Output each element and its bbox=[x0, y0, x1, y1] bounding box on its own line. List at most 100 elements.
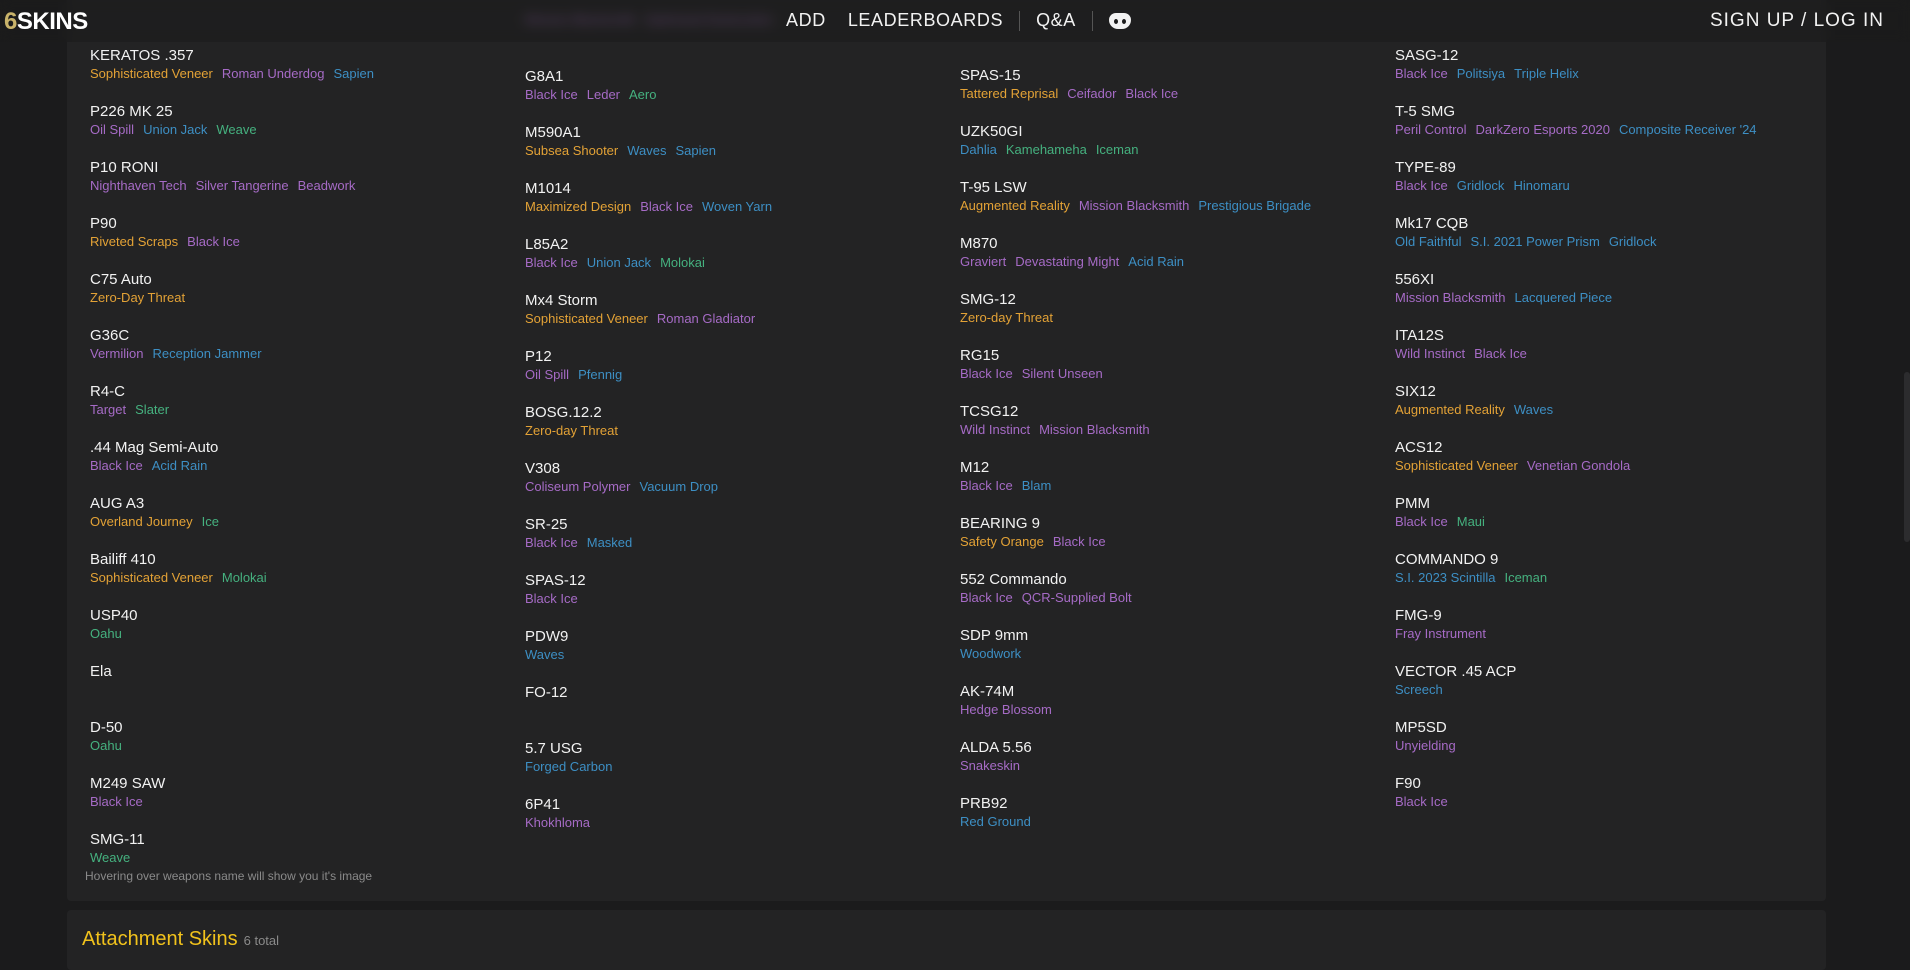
skin-link[interactable]: Subsea Shooter bbox=[525, 143, 618, 158]
weapon-name[interactable]: M249 SAW bbox=[90, 774, 510, 793]
weapon-name[interactable]: BOSG.12.2 bbox=[525, 403, 945, 422]
skin-link[interactable]: Sapien bbox=[675, 143, 715, 158]
skin-link[interactable]: Sophisticated Veneer bbox=[525, 311, 648, 326]
skin-link[interactable]: Augmented Reality bbox=[960, 198, 1070, 213]
skin-link[interactable]: Mission Blacksmith bbox=[1079, 198, 1190, 213]
weapon-name[interactable]: D-50 bbox=[90, 718, 510, 737]
skin-link[interactable]: Black Ice bbox=[525, 591, 578, 606]
skin-link[interactable]: Black Ice bbox=[525, 255, 578, 270]
skin-link[interactable]: Devastating Might bbox=[1015, 254, 1119, 269]
skin-link[interactable]: Waves bbox=[627, 143, 666, 158]
skin-link[interactable]: Leder bbox=[587, 87, 620, 102]
weapon-name[interactable]: TCSG12 bbox=[960, 402, 1380, 421]
skin-link[interactable]: Silent Unseen bbox=[1022, 366, 1103, 381]
weapon-name[interactable]: RG15 bbox=[960, 346, 1380, 365]
skin-link[interactable]: Black Ice bbox=[1053, 534, 1106, 549]
skin-link[interactable]: Waves bbox=[525, 647, 564, 662]
skin-link[interactable]: Reception Jammer bbox=[152, 346, 261, 361]
skin-link[interactable]: Peril Control bbox=[1395, 122, 1467, 137]
weapon-name[interactable]: KERATOS .357 bbox=[90, 46, 510, 65]
weapon-name[interactable]: ALDA 5.56 bbox=[960, 738, 1380, 757]
skin-link[interactable]: Black Ice bbox=[525, 535, 578, 550]
skin-link[interactable]: Black Ice bbox=[187, 234, 240, 249]
skin-link[interactable]: Iceman bbox=[1504, 570, 1547, 585]
skin-link[interactable]: Sophisticated Veneer bbox=[90, 570, 213, 585]
skin-link[interactable]: Beadwork bbox=[298, 178, 356, 193]
skin-link[interactable]: Weave bbox=[90, 850, 130, 865]
skin-link[interactable]: Snakeskin bbox=[960, 758, 1020, 773]
skin-link[interactable]: Politsiya bbox=[1457, 66, 1505, 81]
nav-add[interactable]: ADD bbox=[786, 10, 826, 31]
weapon-name[interactable]: PRB92 bbox=[960, 794, 1380, 813]
skin-link[interactable]: Weave bbox=[216, 122, 256, 137]
skin-link[interactable]: Hedge Blossom bbox=[960, 702, 1052, 717]
skin-link[interactable]: Zero-day Threat bbox=[960, 310, 1053, 325]
skin-link[interactable]: DarkZero Esports 2020 bbox=[1476, 122, 1610, 137]
skin-link[interactable]: Silver Tangerine bbox=[196, 178, 289, 193]
skin-link[interactable]: Mission Blacksmith bbox=[1395, 290, 1506, 305]
skin-link[interactable]: Zero-day Threat bbox=[525, 423, 618, 438]
skin-link[interactable]: Triple Helix bbox=[1514, 66, 1579, 81]
weapon-name[interactable]: M12 bbox=[960, 458, 1380, 477]
weapon-name[interactable]: G36C bbox=[90, 326, 510, 345]
skin-link[interactable]: Tattered Reprisal bbox=[960, 86, 1058, 101]
skin-link[interactable]: Woodwork bbox=[960, 646, 1021, 661]
skin-link[interactable]: Maui bbox=[1457, 514, 1485, 529]
skin-link[interactable]: Black Ice bbox=[1395, 178, 1448, 193]
skin-link[interactable]: Black Ice bbox=[640, 199, 693, 214]
skin-link[interactable]: Masked bbox=[587, 535, 633, 550]
skin-link[interactable]: Woven Yarn bbox=[702, 199, 772, 214]
skin-link[interactable]: Fray Instrument bbox=[1395, 626, 1486, 641]
weapon-name[interactable]: P10 RONI bbox=[90, 158, 510, 177]
skin-link[interactable]: Sapien bbox=[334, 66, 374, 81]
weapon-name[interactable]: M1014 bbox=[525, 179, 945, 198]
skin-link[interactable]: Slater bbox=[135, 402, 169, 417]
weapon-name[interactable]: SDP 9mm bbox=[960, 626, 1380, 645]
weapon-name[interactable]: VECTOR .45 ACP bbox=[1395, 662, 1815, 681]
weapon-name[interactable]: L85A2 bbox=[525, 235, 945, 254]
skin-link[interactable]: Riveted Scraps bbox=[90, 234, 178, 249]
weapon-name[interactable]: USP40 bbox=[90, 606, 510, 625]
weapon-name[interactable]: Bailiff 410 bbox=[90, 550, 510, 569]
skin-link[interactable]: Black Ice bbox=[960, 590, 1013, 605]
skin-link[interactable]: Kamehameha bbox=[1006, 142, 1087, 157]
skin-link[interactable]: Red Ground bbox=[960, 814, 1031, 829]
weapon-name[interactable]: PMM bbox=[1395, 494, 1815, 513]
skin-link[interactable]: Maximized Design bbox=[525, 199, 631, 214]
weapon-name[interactable]: M870 bbox=[960, 234, 1380, 253]
scrollbar[interactable] bbox=[1904, 372, 1910, 542]
skin-link[interactable]: Black Ice bbox=[525, 87, 578, 102]
skin-link[interactable]: Roman Underdog bbox=[222, 66, 325, 81]
skin-link[interactable]: Augmented Reality bbox=[1395, 402, 1505, 417]
weapon-name[interactable]: P226 MK 25 bbox=[90, 102, 510, 121]
skin-link[interactable]: Vacuum Drop bbox=[639, 479, 718, 494]
skin-link[interactable]: Nighthaven Tech bbox=[90, 178, 187, 193]
weapon-name[interactable]: Ela bbox=[90, 662, 510, 681]
skin-link[interactable]: Union Jack bbox=[143, 122, 207, 137]
skin-link[interactable]: Union Jack bbox=[587, 255, 651, 270]
weapon-name[interactable]: Mk17 CQB bbox=[1395, 214, 1815, 233]
skin-link[interactable]: Gridlock bbox=[1457, 178, 1505, 193]
weapon-name[interactable]: FMG-9 bbox=[1395, 606, 1815, 625]
weapon-name[interactable]: PDW9 bbox=[525, 627, 945, 646]
weapon-name[interactable]: ACS12 bbox=[1395, 438, 1815, 457]
skin-link[interactable]: Screech bbox=[1395, 682, 1443, 697]
skin-link[interactable]: Ice bbox=[202, 514, 219, 529]
skin-link[interactable]: Acid Rain bbox=[152, 458, 208, 473]
skin-link[interactable]: Molokai bbox=[222, 570, 267, 585]
weapon-name[interactable]: SASG-12 bbox=[1395, 46, 1815, 65]
weapon-name[interactable]: F90 bbox=[1395, 774, 1815, 793]
weapon-name[interactable]: AK-74M bbox=[960, 682, 1380, 701]
skin-link[interactable]: Coliseum Polymer bbox=[525, 479, 630, 494]
signup-login-link[interactable]: SIGN UP / LOG IN bbox=[1710, 10, 1884, 32]
skin-link[interactable]: Zero-Day Threat bbox=[90, 290, 185, 305]
skin-link[interactable]: Oil Spill bbox=[90, 122, 134, 137]
weapon-name[interactable]: SPAS-15 bbox=[960, 66, 1380, 85]
skin-link[interactable]: Prestigious Brigade bbox=[1198, 198, 1311, 213]
skin-link[interactable]: Black Ice bbox=[90, 794, 143, 809]
skin-link[interactable]: Mission Blacksmith bbox=[1039, 422, 1150, 437]
skin-link[interactable]: Composite Receiver '24 bbox=[1619, 122, 1757, 137]
weapon-name[interactable]: SPAS-12 bbox=[525, 571, 945, 590]
skin-link[interactable]: Gridlock bbox=[1609, 234, 1657, 249]
skin-link[interactable]: Forged Carbon bbox=[525, 759, 612, 774]
